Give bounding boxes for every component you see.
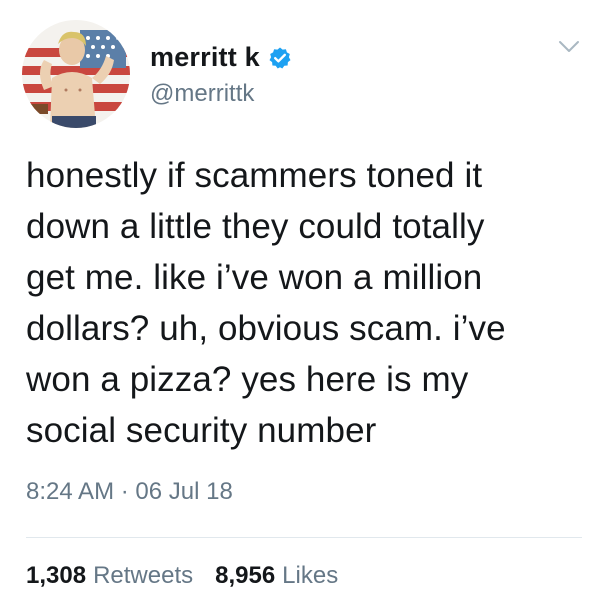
likes-count: 8,956 — [215, 562, 276, 589]
retweets-stat[interactable]: 1,308 Retweets — [26, 562, 193, 590]
tweet-stats: 1,308 Retweets 8,956 Likes — [26, 562, 338, 590]
tweet-timestamp[interactable]: 8:24 AM · 06 Jul 18 — [26, 478, 233, 506]
retweets-label: Retweets — [93, 562, 194, 589]
name-row: merritt k — [150, 42, 292, 73]
user-handle[interactable]: @merrittk — [150, 80, 254, 108]
verified-badge-icon — [268, 46, 292, 70]
avatar-illustration-icon — [22, 20, 130, 128]
display-name[interactable]: merritt k — [150, 42, 260, 73]
chevron-down-icon[interactable] — [558, 40, 580, 54]
divider — [26, 537, 582, 538]
likes-label: Likes — [282, 562, 339, 589]
avatar[interactable] — [22, 20, 130, 128]
likes-stat[interactable]: 8,956 Likes — [215, 562, 338, 590]
tweet-text: honestly if scammers toned it down a lit… — [26, 156, 506, 450]
tweet-card: merritt k @merrittk honestly if scammers… — [0, 0, 600, 612]
retweets-count: 1,308 — [26, 562, 87, 589]
